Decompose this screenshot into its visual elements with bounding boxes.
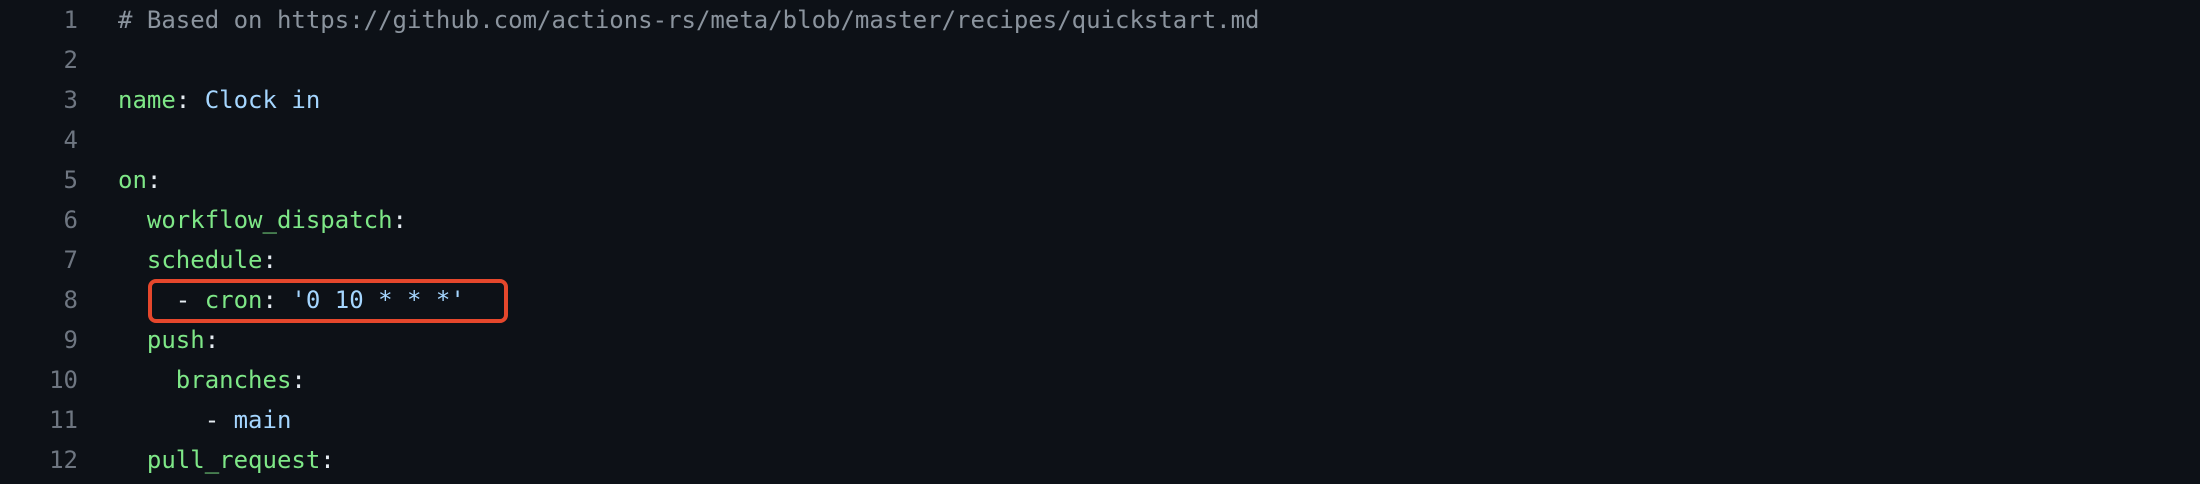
line-number[interactable]: 12	[0, 440, 78, 480]
yaml-value: main	[233, 406, 292, 434]
yaml-key: pull_request	[146, 446, 321, 474]
line-number[interactable]: 10	[0, 360, 78, 400]
yaml-key: cron	[204, 286, 263, 314]
line-content: schedule:	[118, 240, 277, 280]
line-content: pull_request:	[118, 440, 335, 480]
line-number[interactable]: 11	[0, 400, 78, 440]
yaml-value: Clock in	[190, 86, 321, 114]
line-number[interactable]: 9	[0, 320, 78, 360]
list-dash: -	[175, 286, 205, 314]
colon: :	[262, 246, 277, 274]
line-content: workflow_dispatch:	[118, 200, 407, 240]
code-viewer: 1 # Based on https://github.com/actions-r…	[0, 0, 2200, 484]
line-content: - cron: '0 10 * * *'	[118, 280, 465, 320]
yaml-key: on	[118, 166, 147, 194]
colon: :	[204, 326, 220, 354]
colon: :	[146, 166, 162, 194]
line-content: - main	[118, 400, 292, 440]
yaml-key: name	[118, 86, 176, 114]
code-line: 1 # Based on https://github.com/actions-r…	[0, 0, 2200, 40]
code-line: 6 workflow_dispatch:	[0, 200, 2200, 240]
yaml-key: schedule	[146, 246, 263, 274]
code-line: 8 - cron: '0 10 * * *'	[0, 280, 2200, 320]
colon: :	[291, 366, 306, 394]
colon: :	[175, 86, 191, 114]
code-line: 7 schedule:	[0, 240, 2200, 280]
code-line: 4	[0, 120, 2200, 160]
list-dash: -	[204, 406, 234, 434]
line-number[interactable]: 6	[0, 200, 78, 240]
line-number[interactable]: 7	[0, 240, 78, 280]
colon: :	[320, 446, 335, 474]
line-content: on:	[118, 160, 161, 200]
comment-text: # Based on https://github.com/actions-rs…	[118, 6, 1260, 34]
yaml-key: push	[146, 326, 205, 354]
code-line: 11 - main	[0, 400, 2200, 440]
colon: :	[262, 286, 277, 314]
code-line: 3 name: Clock in	[0, 80, 2200, 120]
yaml-value: '0 10 * * *'	[276, 286, 465, 314]
line-number[interactable]: 5	[0, 160, 78, 200]
line-number[interactable]: 2	[0, 40, 78, 80]
line-content: # Based on https://github.com/actions-rs…	[118, 0, 1260, 40]
code-line: 10 branches:	[0, 360, 2200, 400]
line-number[interactable]: 1	[0, 0, 78, 40]
code-line: 9 push:	[0, 320, 2200, 360]
line-number[interactable]: 8	[0, 280, 78, 320]
line-content: branches:	[118, 360, 306, 400]
line-content: name: Clock in	[118, 80, 320, 120]
line-number[interactable]: 3	[0, 80, 78, 120]
code-lines: 1 # Based on https://github.com/actions-r…	[0, 0, 2200, 480]
line-content: push:	[118, 320, 219, 360]
code-line: 12 pull_request:	[0, 440, 2200, 480]
colon: :	[392, 206, 407, 234]
yaml-key: branches	[175, 366, 292, 394]
line-number[interactable]: 4	[0, 120, 78, 160]
yaml-key: workflow_dispatch	[146, 206, 393, 234]
code-line: 5 on:	[0, 160, 2200, 200]
code-line: 2	[0, 40, 2200, 80]
